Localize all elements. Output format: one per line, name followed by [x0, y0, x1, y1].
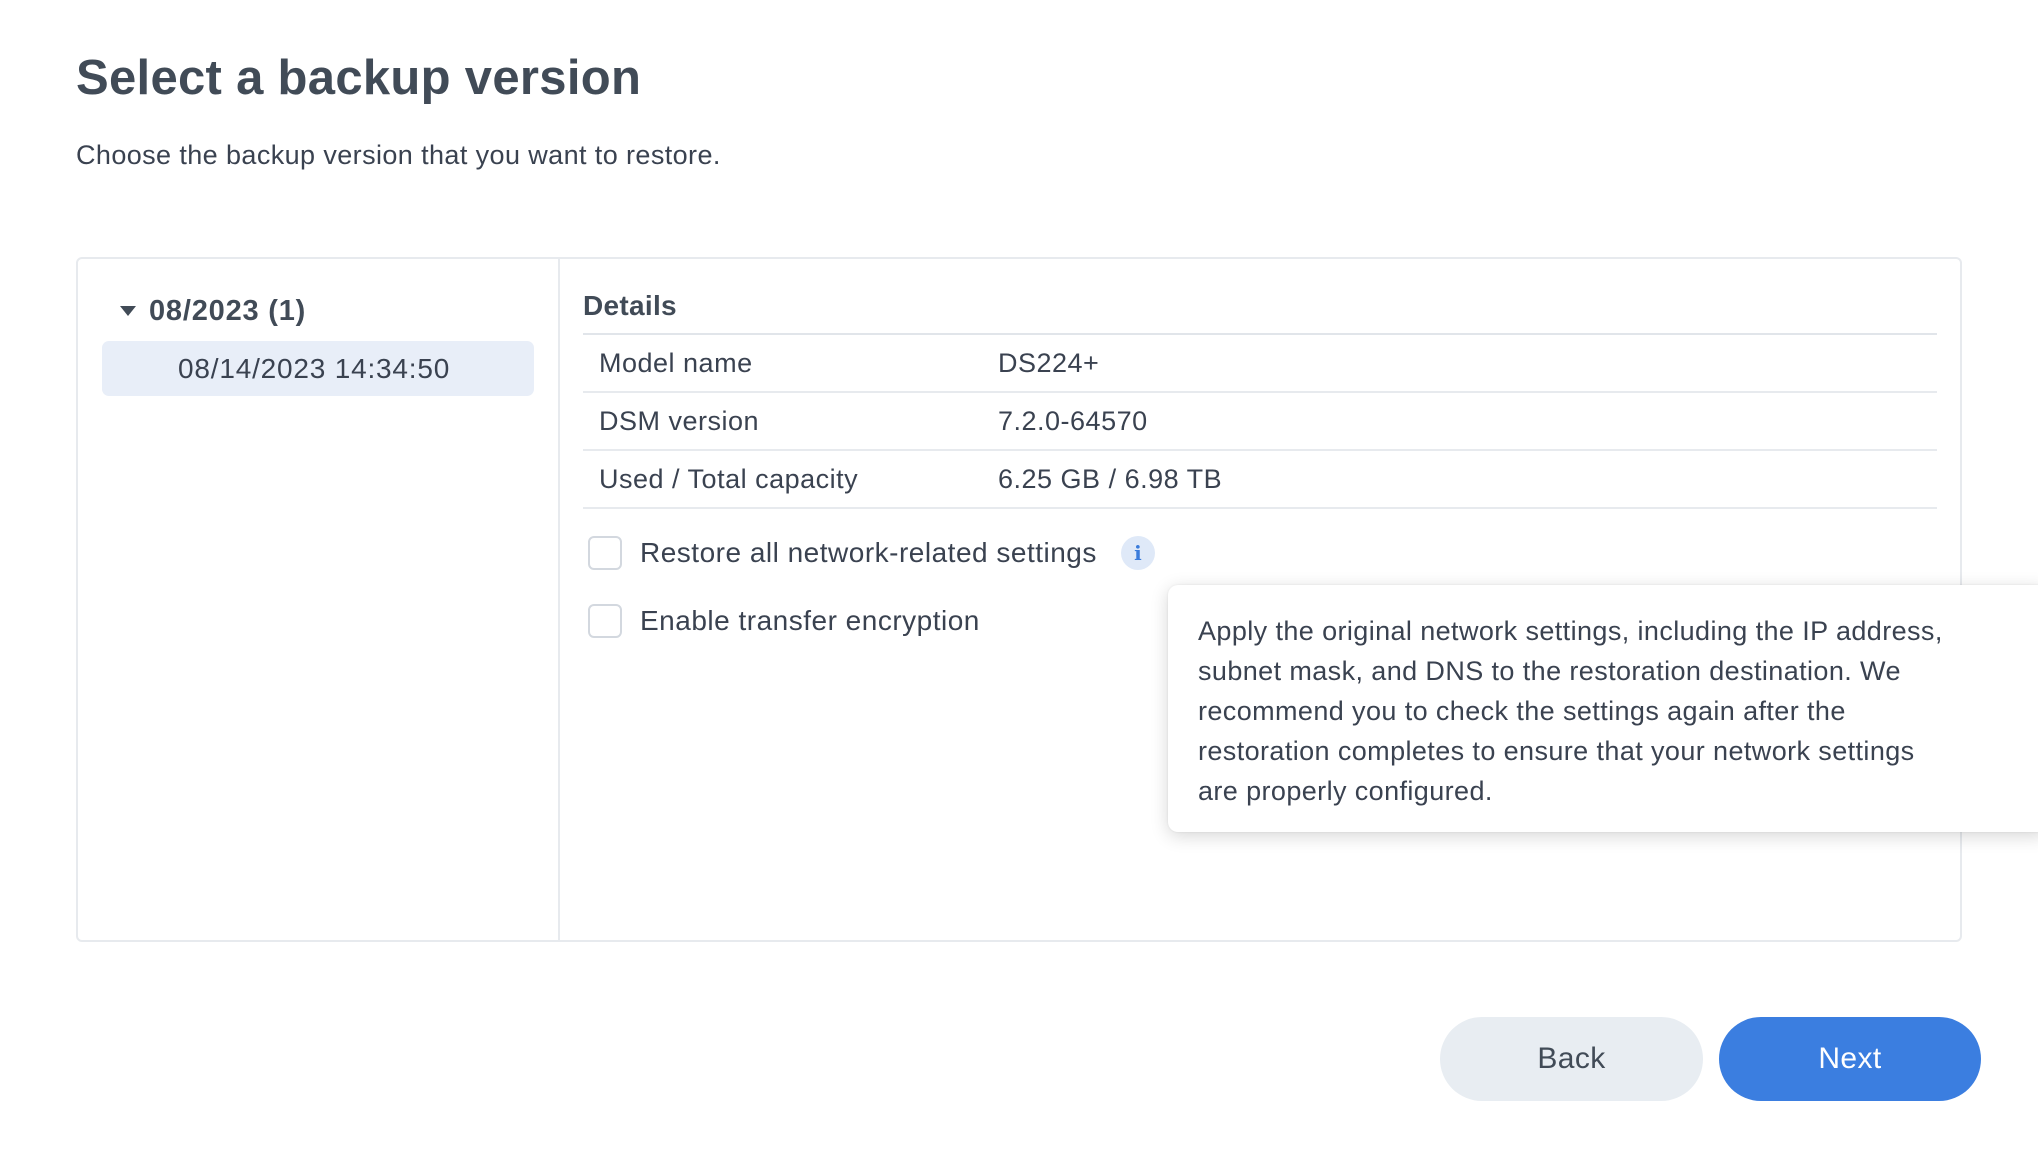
restore-network-label[interactable]: Restore all network-related settings [640, 537, 1097, 569]
details-title: Details [583, 279, 1937, 335]
restore-network-checkbox[interactable] [588, 536, 622, 570]
transfer-encryption-checkbox[interactable] [588, 604, 622, 638]
row-value-model-name: DS224+ [998, 335, 1937, 393]
table-row: DSM version 7.2.0-64570 [583, 392, 1937, 451]
tooltip-line: Apply the original network settings, inc… [1198, 616, 1943, 646]
next-button[interactable]: Next [1719, 1017, 1981, 1101]
row-key-dsm-version: DSM version [583, 392, 998, 451]
tree-group-08-2023[interactable]: 08/2023 (1) [120, 285, 558, 337]
table-row: Used / Total capacity 6.25 GB / 6.98 TB [583, 450, 1937, 509]
row-value-dsm-version: 7.2.0-64570 [998, 392, 1937, 451]
table-row: Model name DS224+ [583, 335, 1937, 393]
tree-group-label: 08/2023 (1) [149, 294, 307, 327]
tooltip-line: recommend you to check the settings agai… [1198, 696, 1846, 726]
back-button[interactable]: Back [1440, 1017, 1703, 1101]
info-icon[interactable]: i [1120, 536, 1155, 570]
caret-down-icon[interactable] [120, 306, 136, 316]
page-title: Select a backup version [76, 51, 642, 105]
tooltip-line: subnet mask, and DNS to the restoration … [1198, 656, 1901, 686]
restore-network-option: Restore all network-related settings i [588, 533, 1155, 573]
restore-wizard-page: Select a backup version Choose the backu… [0, 0, 2038, 1152]
details-table: Model name DS224+ DSM version 7.2.0-6457… [583, 335, 1937, 509]
transfer-encryption-label[interactable]: Enable transfer encryption [640, 605, 980, 637]
tooltip-line: restoration completes to ensure that you… [1198, 736, 1915, 766]
row-value-capacity: 6.25 GB / 6.98 TB [998, 450, 1937, 509]
backup-version-item[interactable]: 08/14/2023 14:34:50 [102, 341, 534, 396]
row-key-capacity: Used / Total capacity [583, 450, 998, 509]
transfer-encryption-option: Enable transfer encryption [588, 601, 980, 641]
page-subtitle: Choose the backup version that you want … [76, 140, 721, 170]
tooltip-line: are properly configured. [1198, 776, 1493, 806]
network-settings-tooltip: Apply the original network settings, inc… [1168, 585, 2038, 832]
version-tree: 08/2023 (1) 08/14/2023 14:34:50 [78, 259, 560, 940]
row-key-model-name: Model name [583, 335, 998, 393]
